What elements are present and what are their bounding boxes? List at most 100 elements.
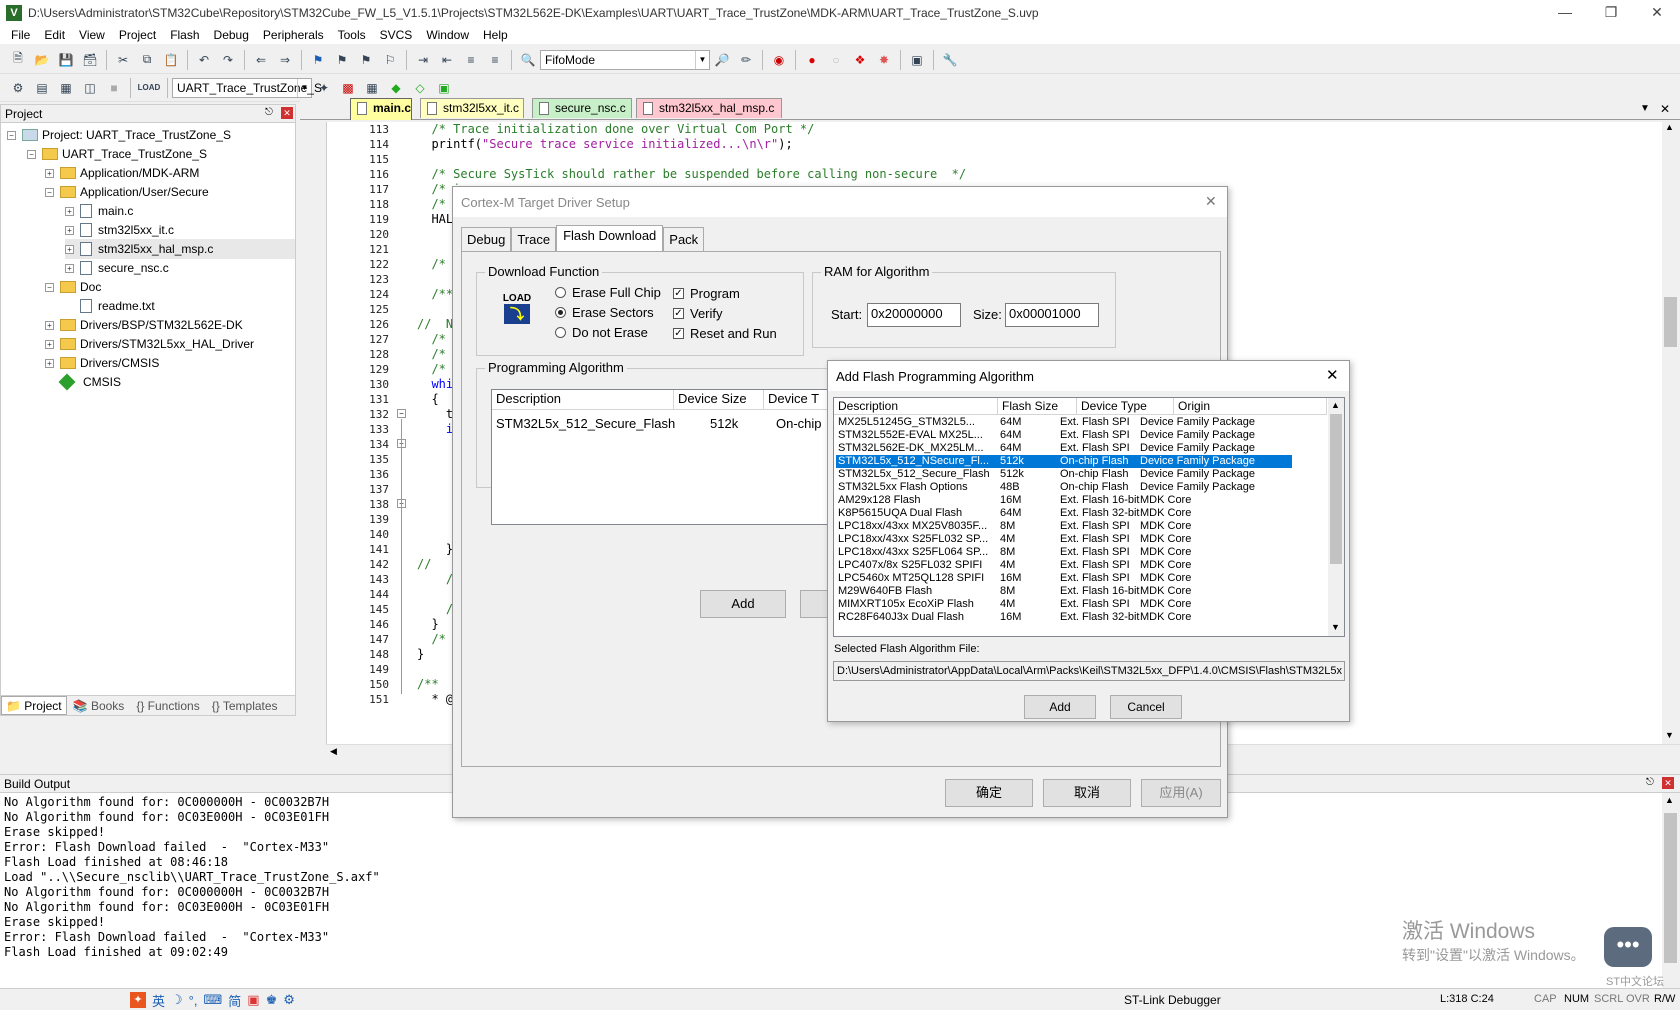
column-device-type[interactable]: Device Type <box>1077 398 1174 415</box>
pack-installer-icon[interactable]: ◆ <box>386 78 406 98</box>
scroll-thumb[interactable] <box>1330 414 1342 564</box>
algo-row-type[interactable]: On-chip <box>776 416 822 431</box>
stop-build-icon[interactable]: ■ <box>104 78 124 98</box>
expand-icon[interactable]: + <box>65 244 74 254</box>
tab-main-c[interactable]: main.c <box>350 98 412 120</box>
batch-build-icon[interactable]: ◫ <box>80 78 100 98</box>
tree-node-group[interactable]: − Doc <box>45 277 101 297</box>
open-folder-icon[interactable]: 📂 <box>32 50 52 70</box>
bookmark-icon[interactable]: ⚑ <box>308 50 328 70</box>
breakpoint-icon[interactable]: ● <box>802 50 822 70</box>
debug-session-icon[interactable]: ◉ <box>769 50 789 70</box>
bookmark-clear-icon[interactable]: ⚐ <box>380 50 400 70</box>
tab-flash-download[interactable]: Flash Download <box>556 225 664 251</box>
ime-moon-icon[interactable]: ☽ <box>171 992 183 1008</box>
flash-algorithm-row[interactable]: STM32L5x_512_NSecure_Fl... 512k On-chip Fl… <box>836 455 1292 468</box>
ime-language[interactable]: 英 <box>152 991 165 1010</box>
minimize-button[interactable]: — <box>1542 0 1588 26</box>
flash-algorithm-row[interactable]: M29W640FB Flash 8M Ext. Flash 16-bit MDK Co… <box>836 585 1292 598</box>
find-in-files-icon[interactable]: 🔍 <box>518 50 538 70</box>
breakpoint-disable-icon[interactable]: ○ <box>826 50 846 70</box>
program-checkbox[interactable]: ✓ Program <box>673 286 740 301</box>
scroll-thumb[interactable] <box>1664 297 1677 347</box>
ime-punct-icon[interactable]: °, <box>189 993 198 1008</box>
flash-algorithm-row[interactable]: STM32L5xx Flash Options 48B On-chip Flash D… <box>836 481 1292 494</box>
expand-icon[interactable]: + <box>65 263 74 273</box>
menu-window[interactable]: Window <box>419 28 476 42</box>
flash-algorithm-list[interactable]: Description Flash Size Device Type Origi… <box>833 397 1345 637</box>
expand-icon[interactable]: + <box>65 225 74 235</box>
expand-icon[interactable]: + <box>45 320 54 330</box>
ok-button[interactable]: 确定 <box>945 779 1033 807</box>
expand-icon[interactable]: + <box>45 168 54 178</box>
flash-algorithm-row[interactable]: K8P5615UQA Dual Flash 64M Ext. Flash 32-bi… <box>836 507 1292 520</box>
ime-simplified[interactable]: 简 <box>228 991 241 1010</box>
collapse-icon[interactable]: − <box>45 187 54 197</box>
menu-debug[interactable]: Debug <box>207 28 256 42</box>
new-file-icon[interactable]: 🗎 <box>8 50 28 70</box>
column-description[interactable]: Description <box>492 390 674 410</box>
build-icon[interactable]: ▤ <box>32 78 52 98</box>
close-icon[interactable]: ✕ <box>281 107 293 119</box>
bookmark-prev-icon[interactable]: ⚑ <box>332 50 352 70</box>
tab-secure-nsc-c[interactable]: secure_nsc.c <box>532 98 632 118</box>
tree-node-file[interactable]: + main.c <box>65 201 133 221</box>
restore-button[interactable]: ❐ <box>1588 0 1634 26</box>
expand-icon[interactable]: + <box>65 206 74 216</box>
verify-checkbox[interactable]: ✓ Verify <box>673 306 723 321</box>
algo-row-size[interactable]: 512k <box>710 416 738 431</box>
flash-algorithm-row[interactable]: AM29x128 Flash 16M Ext. Flash 16-bit MDK Co… <box>836 494 1292 507</box>
download-icon[interactable]: LOAD <box>137 78 161 98</box>
close-icon[interactable]: ✕ <box>1326 366 1339 384</box>
tree-node-group[interactable]: + Drivers/BSP/STM32L562E-DK <box>45 315 243 335</box>
flash-algorithm-row[interactable]: MIMXRT105x EcoXiP Flash 4M Ext. Flash SPI M… <box>836 598 1292 611</box>
unindent-icon[interactable]: ⇤ <box>437 50 457 70</box>
close-icon[interactable]: ✕ <box>1662 777 1674 789</box>
menu-tools[interactable]: Tools <box>331 28 373 42</box>
menu-file[interactable]: File <box>4 28 37 42</box>
comment-icon[interactable]: ≡ <box>461 50 481 70</box>
find-combo[interactable]: FifoMode ▼ <box>540 49 710 70</box>
menu-view[interactable]: View <box>72 28 112 42</box>
scroll-up-icon[interactable]: ▲ <box>1665 122 1674 132</box>
window-layout-icon[interactable]: ▣ <box>907 50 927 70</box>
tab-functions[interactable]: {} Functions <box>130 699 205 713</box>
nav-back-icon[interactable]: ⇐ <box>251 50 271 70</box>
collapse-icon[interactable]: − <box>45 282 54 292</box>
configure-icon[interactable]: 🔧 <box>940 50 960 70</box>
manage-project-icon[interactable]: ▦ <box>362 78 382 98</box>
flash-algorithm-row[interactable]: STM32L552E-EVAL MX25L... 64M Ext. Flash SP… <box>836 429 1292 442</box>
menu-edit[interactable]: Edit <box>37 28 72 42</box>
flash-algorithm-row[interactable]: LPC18xx/43xx MX25V8035F... 8M Ext. Flash S… <box>836 520 1292 533</box>
menu-flash[interactable]: Flash <box>163 28 206 42</box>
breakpoint-all-icon[interactable]: ✸ <box>874 50 894 70</box>
algo-row-description[interactable]: STM32L5x_512_Secure_Flash <box>496 416 675 431</box>
cut-icon[interactable]: ✂ <box>113 50 133 70</box>
uncomment-icon[interactable]: ≡ <box>485 50 505 70</box>
ram-size-input[interactable]: 0x00001000 <box>1005 303 1099 327</box>
tab-stm32l5xx-hal-msp-c[interactable]: stm32l5xx_hal_msp.c <box>636 98 782 118</box>
redo-icon[interactable]: ↷ <box>218 50 238 70</box>
scroll-down-icon[interactable]: ▼ <box>1331 622 1340 632</box>
tab-project[interactable]: 📁 Project <box>1 696 67 715</box>
ime-gear-icon[interactable]: ⚙ <box>283 992 295 1008</box>
ime-record-icon[interactable]: ▣ <box>247 992 259 1008</box>
tree-node-group[interactable]: + Application/MDK-ARM <box>45 163 199 183</box>
ime-shirt-icon[interactable]: ♚ <box>266 992 278 1008</box>
tab-pack[interactable]: Pack <box>663 227 705 251</box>
erase-full-chip-radio[interactable]: Erase Full Chip <box>555 285 661 300</box>
flash-algorithm-row[interactable]: LPC407x/8x S25FL032 SPIFI 4M Ext. Flash SP… <box>836 559 1292 572</box>
bookmark-next-icon[interactable]: ⚑ <box>356 50 376 70</box>
scroll-left-icon[interactable]: ◀ <box>330 746 337 757</box>
collapse-icon[interactable]: − <box>27 149 36 159</box>
flash-algorithm-row[interactable]: LPC18xx/43xx S25FL064 SP... 8M Ext. Flash … <box>836 546 1292 559</box>
close-window-button[interactable]: ✕ <box>1634 0 1680 26</box>
manage-components-icon[interactable]: ▩ <box>338 78 358 98</box>
incremental-find-icon[interactable]: ✏ <box>736 50 756 70</box>
column-device-size[interactable]: Device Size <box>674 390 764 410</box>
scroll-up-icon[interactable]: ▲ <box>1331 400 1340 410</box>
pin-icon[interactable]: ⎋ <box>1646 777 1654 788</box>
paste-icon[interactable]: 📋 <box>161 50 181 70</box>
tree-node-file[interactable]: readme.txt <box>80 296 155 316</box>
copy-icon[interactable]: ⧉ <box>137 50 157 70</box>
